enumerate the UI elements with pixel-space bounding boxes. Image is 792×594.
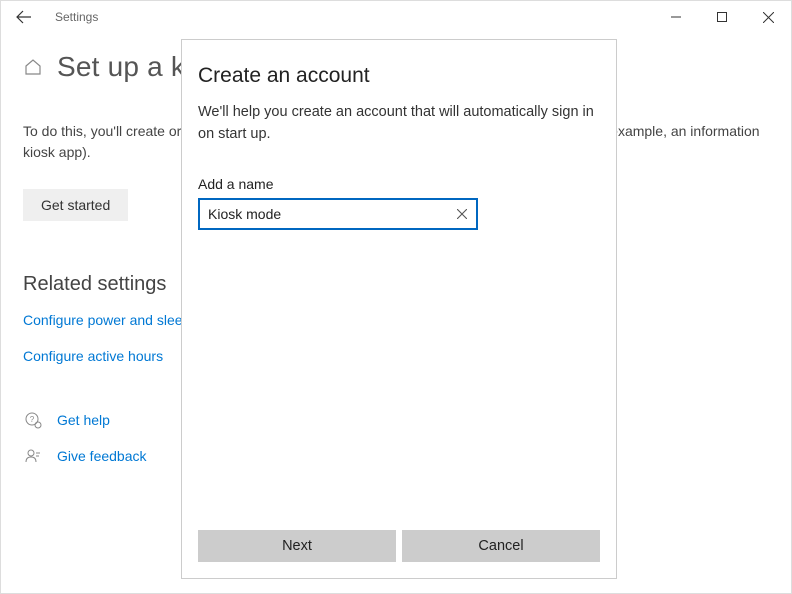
name-input[interactable] xyxy=(200,200,448,228)
clear-x-icon xyxy=(457,209,467,219)
minimize-icon xyxy=(671,12,681,22)
create-account-dialog: Create an account We'll help you create … xyxy=(181,39,617,579)
dialog-spacer xyxy=(198,230,600,531)
close-icon xyxy=(763,12,774,23)
home-icon[interactable] xyxy=(23,57,43,77)
clear-input-button[interactable] xyxy=(448,200,476,228)
window-controls xyxy=(653,1,791,33)
back-arrow-icon xyxy=(16,9,32,25)
name-field-label: Add a name xyxy=(198,176,600,192)
cancel-button[interactable]: Cancel xyxy=(402,530,600,562)
give-feedback-label: Give feedback xyxy=(57,448,147,464)
dialog-description: We'll help you create an account that wi… xyxy=(198,102,600,146)
maximize-button[interactable] xyxy=(699,1,745,33)
help-icon: ? xyxy=(23,410,43,430)
dialog-button-row: Next Cancel xyxy=(198,530,600,562)
get-help-label: Get help xyxy=(57,412,110,428)
titlebar-left: Settings xyxy=(15,8,98,26)
next-button[interactable]: Next xyxy=(198,530,396,562)
minimize-button[interactable] xyxy=(653,1,699,33)
maximize-icon xyxy=(717,12,727,22)
name-input-container xyxy=(198,198,478,230)
close-window-button[interactable] xyxy=(745,1,791,33)
titlebar: Settings xyxy=(1,1,791,33)
svg-text:?: ? xyxy=(30,415,35,424)
back-button[interactable] xyxy=(15,8,33,26)
dialog-title: Create an account xyxy=(198,64,600,88)
get-started-button[interactable]: Get started xyxy=(23,189,128,221)
window-title: Settings xyxy=(55,10,98,24)
feedback-icon xyxy=(23,446,43,466)
